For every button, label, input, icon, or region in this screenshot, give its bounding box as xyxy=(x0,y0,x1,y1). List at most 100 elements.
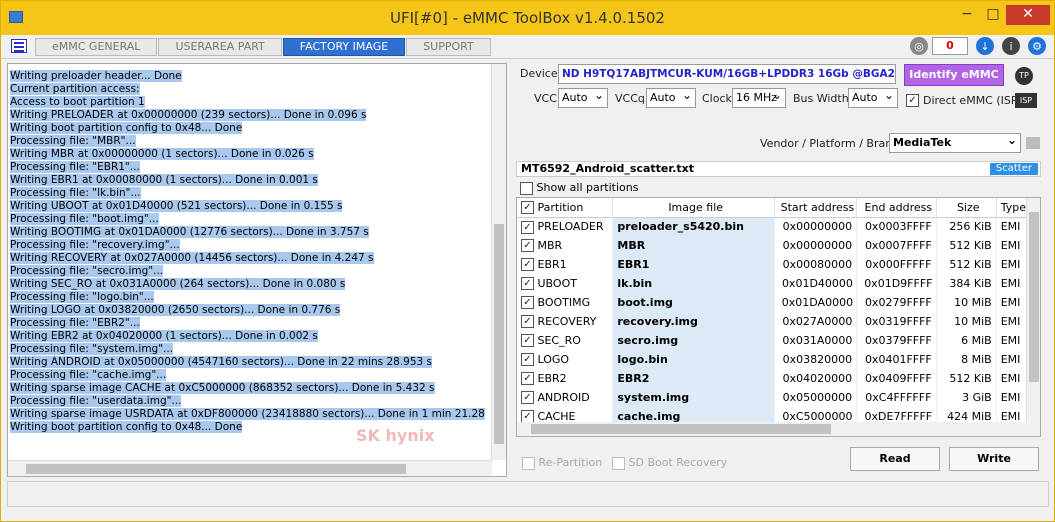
select-all-checkbox[interactable]: ✓ xyxy=(521,201,534,214)
partition-cell[interactable]: ✓ RECOVERY xyxy=(517,312,614,331)
tab-emmc-general[interactable]: eMMC GENERAL xyxy=(35,38,158,56)
image-file-cell[interactable]: system.img xyxy=(612,388,775,407)
partition-cell[interactable]: ✓ BOOTIMG xyxy=(517,293,614,312)
partition-cell[interactable]: ✓ ANDROID xyxy=(517,388,614,407)
log-vertical-scrollbar[interactable] xyxy=(491,64,506,460)
close-button[interactable]: ✕ xyxy=(1006,5,1050,25)
log-line: Writing EBR2 at 0x04020000 (1 sectors)..… xyxy=(10,330,318,342)
bus-width-label: Bus Width: xyxy=(793,92,853,105)
header-image-file[interactable]: Image file xyxy=(612,198,775,218)
partition-cell[interactable]: ✓ LOGO xyxy=(517,350,614,369)
table-row[interactable]: ✓ EBR2 EBR2 0x04020000 0x0409FFFF 512 KiB EMI xyxy=(517,369,1028,388)
table-row[interactable]: ✓ LOGO logo.bin 0x03820000 0x0401FFFF 8 MiB E… xyxy=(517,350,1028,369)
partition-name: ANDROID xyxy=(537,390,590,404)
image-file-cell[interactable]: secro.img xyxy=(612,331,775,350)
vcc-select[interactable]: Auto xyxy=(558,86,608,108)
image-file-cell[interactable]: MBR xyxy=(612,236,775,255)
partition-name: SEC_RO xyxy=(537,333,581,347)
image-file-cell[interactable]: recovery.img xyxy=(612,312,775,331)
folder-icon[interactable] xyxy=(1026,137,1040,149)
type-cell: EMI xyxy=(996,255,1028,274)
partition-checkbox[interactable]: ✓ xyxy=(521,334,534,348)
vendor-select[interactable]: MediaTek xyxy=(889,131,1021,153)
log-horizontal-scrollbar[interactable] xyxy=(8,460,492,476)
table-row[interactable]: ✓ BOOTIMG boot.img 0x01DA0000 0x0279FFFF 10 … xyxy=(517,293,1028,312)
menu-icon[interactable] xyxy=(11,39,27,53)
partition-checkbox[interactable]: ✓ xyxy=(521,372,534,386)
dashboard-icon[interactable]: ◎ xyxy=(910,37,928,55)
image-file-cell[interactable]: logo.bin xyxy=(612,350,775,369)
header-end-address[interactable]: End address xyxy=(856,198,937,218)
gear-icon[interactable]: ⚙ xyxy=(1028,37,1046,55)
end-address-cell: 0x0401FFFF xyxy=(856,350,937,369)
log-line: Current partition access: xyxy=(10,83,140,95)
image-file-cell[interactable]: lk.bin xyxy=(612,274,775,293)
log-line: Processing file: "cache.img"... xyxy=(10,369,167,381)
table-row[interactable]: ✓ SEC_RO secro.img 0x031A0000 0x0379FFFF 6 M… xyxy=(517,331,1028,350)
table-row[interactable]: ✓ ANDROID system.img 0x05000000 0xC4FFFFFF 3… xyxy=(517,388,1028,407)
partition-cell[interactable]: ✓ EBR2 xyxy=(517,369,614,388)
start-address-cell: 0x01D40000 xyxy=(774,274,857,293)
main-window: UFI[#0] - eMMC ToolBox v1.4.0.1502 − □ ✕… xyxy=(0,0,1055,522)
log-line: Processing file: "system.img"... xyxy=(10,343,174,355)
factory-image-panel: Device: ND H9TQ17ABJTMCUR-KUM/16GB+LPDDR… xyxy=(512,59,1049,479)
vccq-label: VCCq: xyxy=(615,92,649,105)
minimize-button[interactable]: − xyxy=(954,5,980,25)
log-line: Writing boot partition config to 0x48...… xyxy=(10,122,243,134)
image-file-cell[interactable]: boot.img xyxy=(612,293,775,312)
scatter-file-bar[interactable]: MT6592_Android_scatter.txt Scatter xyxy=(516,161,1041,177)
partition-cell[interactable]: ✓ SEC_RO xyxy=(517,331,614,350)
partition-cell[interactable]: ✓ MBR xyxy=(517,236,614,255)
clock-select[interactable]: 16 MHz xyxy=(732,86,786,108)
partition-checkbox[interactable]: ✓ xyxy=(521,296,534,310)
show-all-partitions-checkbox[interactable] xyxy=(520,181,533,195)
header-partition[interactable]: ✓ Partition xyxy=(517,198,614,218)
header-type[interactable]: Type xyxy=(996,198,1028,218)
log-line: Processing file: "boot.img"... xyxy=(10,213,159,225)
tab-userarea-part[interactable]: USERAREA PART xyxy=(158,38,282,56)
read-button[interactable]: Read xyxy=(850,447,940,471)
table-row[interactable]: ✓ PRELOADER preloader_s5420.bin 0x00000000… xyxy=(517,217,1028,236)
partition-checkbox[interactable]: ✓ xyxy=(521,220,534,234)
identify-emmc-button[interactable]: Identify eMMC xyxy=(904,64,1004,86)
repartition-checkbox[interactable] xyxy=(522,456,535,470)
maximize-button[interactable]: □ xyxy=(980,5,1006,25)
table-horizontal-scrollbar[interactable] xyxy=(517,422,1027,436)
device-label: Device: xyxy=(520,67,562,80)
table-row[interactable]: ✓ RECOVERY recovery.img 0x027A0000 0x0319FF… xyxy=(517,312,1028,331)
partition-cell[interactable]: ✓ PRELOADER xyxy=(517,217,614,236)
partition-name: CACHE xyxy=(537,409,576,423)
show-all-partitions-label: Show all partitions xyxy=(536,181,639,194)
table-vertical-scrollbar[interactable] xyxy=(1026,198,1040,436)
info-icon[interactable]: i xyxy=(1002,37,1020,55)
tab-support[interactable]: SUPPORT xyxy=(406,38,491,56)
download-icon[interactable]: ↓ xyxy=(976,37,994,55)
partition-checkbox[interactable]: ✓ xyxy=(521,239,534,253)
table-row[interactable]: ✓ EBR1 EBR1 0x00080000 0x000FFFFF 512 KiB EMI xyxy=(517,255,1028,274)
header-size[interactable]: Size xyxy=(936,198,997,218)
partition-checkbox[interactable]: ✓ xyxy=(521,353,534,367)
partition-cell[interactable]: ✓ UBOOT xyxy=(517,274,614,293)
end-address-cell: 0x0007FFFF xyxy=(856,236,937,255)
table-row[interactable]: ✓ UBOOT lk.bin 0x01D40000 0x01D9FFFF 384 KiB… xyxy=(517,274,1028,293)
image-file-cell[interactable]: EBR1 xyxy=(612,255,775,274)
partition-checkbox[interactable]: ✓ xyxy=(521,391,534,405)
partition-cell[interactable]: ✓ EBR1 xyxy=(517,255,614,274)
tp-icon[interactable]: TP xyxy=(1015,67,1033,85)
log-line: Writing SEC_RO at 0x031A0000 (264 sector… xyxy=(10,278,346,290)
header-start-address[interactable]: Start address xyxy=(774,198,857,218)
partition-checkbox[interactable]: ✓ xyxy=(521,258,534,272)
vccq-select[interactable]: Auto xyxy=(646,86,696,108)
type-cell: EMI xyxy=(996,274,1028,293)
end-address-cell: 0xC4FFFFFF xyxy=(856,388,937,407)
image-file-cell[interactable]: EBR2 xyxy=(612,369,775,388)
sd-boot-recovery-checkbox[interactable] xyxy=(612,456,625,470)
image-file-cell[interactable]: preloader_s5420.bin xyxy=(612,217,775,236)
table-row[interactable]: ✓ MBR MBR 0x00000000 0x0007FFFF 512 KiB EMI xyxy=(517,236,1028,255)
tab-factory-image[interactable]: FACTORY IMAGE xyxy=(282,38,406,56)
bus-width-select[interactable]: Auto xyxy=(848,86,898,108)
direct-emmc-checkbox[interactable]: ✓ xyxy=(906,94,919,107)
partition-checkbox[interactable]: ✓ xyxy=(521,277,534,291)
write-button[interactable]: Write xyxy=(949,447,1039,471)
partition-checkbox[interactable]: ✓ xyxy=(521,315,534,329)
